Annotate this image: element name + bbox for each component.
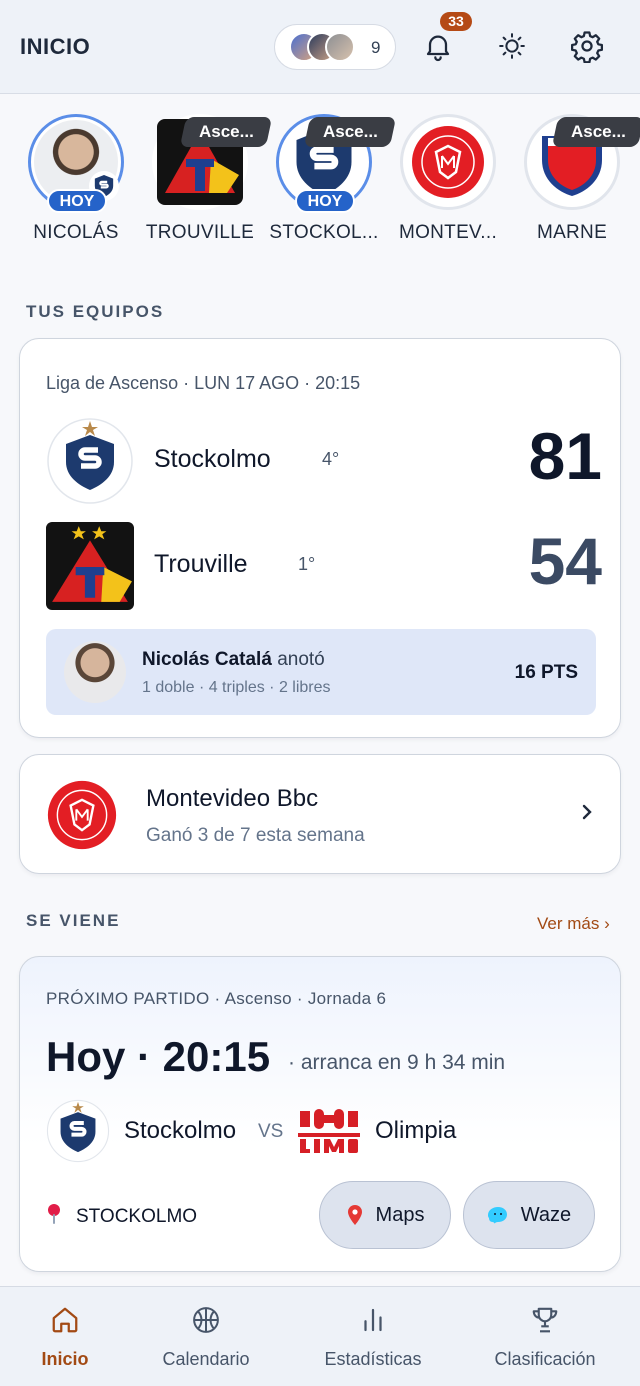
story-montevideo[interactable]: MONTEV... <box>386 114 510 244</box>
nav-tab-inicio[interactable]: Inicio <box>0 1303 145 1370</box>
today-badge: HOY <box>47 189 107 213</box>
maps-label: Maps <box>375 1203 425 1226</box>
away-team-row: Trouville 1° 54 <box>46 522 602 610</box>
bottom-navigation: Inicio Calendario Estadísticas Clasifica… <box>0 1286 640 1386</box>
story-ring <box>400 114 496 210</box>
league-badge: Asce... <box>551 117 640 147</box>
bell-icon <box>426 35 450 62</box>
open-maps-button[interactable]: Maps <box>319 1181 451 1249</box>
away-team-position: 1° <box>298 554 316 574</box>
gear-icon <box>570 31 604 63</box>
story-label: NICOLÁS <box>33 222 119 243</box>
top-scorer-banner[interactable]: Nicolás Catalá anotó 1 doble · 4 triples… <box>46 629 596 715</box>
away-team-score: 54 <box>528 524 602 598</box>
venue: STOCKOLMO <box>46 1203 197 1231</box>
nav-label: Calendario <box>162 1349 250 1369</box>
story-nicolas[interactable]: HOY NICOLÁS <box>14 114 138 244</box>
story-label: MARNE <box>536 222 608 243</box>
bar-chart-icon <box>293 1303 453 1337</box>
sun-icon <box>499 33 525 59</box>
waze-label: Waze <box>520 1203 572 1226</box>
story-label: STOCKOL... <box>269 222 379 243</box>
scorer-name: Nicolás Catalá <box>142 649 272 670</box>
story-label: MONTEV... <box>398 222 498 243</box>
basketball-icon <box>126 1303 286 1337</box>
notifications-button[interactable] <box>418 26 458 66</box>
story-label: TROUVILLE <box>145 222 255 243</box>
stockolmo-logo <box>46 1099 110 1163</box>
home-icon <box>0 1303 145 1337</box>
next-away-team: Olimpia <box>375 1117 457 1144</box>
top-app-bar: INICIO 9 33 <box>0 0 640 94</box>
map-marker-icon <box>346 1204 364 1226</box>
scorer-verb: anotó <box>277 649 325 670</box>
trophy-icon <box>465 1303 625 1337</box>
player-avatar <box>64 641 126 703</box>
nav-tab-clasificacion[interactable]: Clasificación <box>465 1303 625 1370</box>
next-match-meta: PRÓXIMO PARTIDO · Ascenso · Jornada 6 <box>46 989 387 1008</box>
club-summary-card[interactable]: Montevideo Bbc Ganó 3 de 7 esta semana <box>19 754 621 874</box>
home-team-score: 81 <box>528 419 602 493</box>
story-stockolmo[interactable]: Asce... HOY STOCKOL... <box>262 114 397 244</box>
nav-label: Estadísticas <box>324 1349 422 1369</box>
scorer-headline: Nicolás Catalá anotó <box>142 649 325 671</box>
trouville-logo <box>46 522 134 610</box>
next-home-team: Stockolmo <box>124 1117 237 1144</box>
story-ring: HOY <box>28 114 124 213</box>
story-ring: Asce... <box>152 114 273 210</box>
scorer-points: 16 PTS <box>514 662 578 683</box>
nav-tab-estadisticas[interactable]: Estadísticas <box>293 1303 453 1370</box>
followers-count: 9 <box>371 38 381 57</box>
montevideo-logo <box>406 120 490 204</box>
stories-row: HOY NICOLÁS Asce... TROUVILLE Asce... HO… <box>0 96 640 266</box>
olimpia-logo <box>296 1105 362 1157</box>
stockolmo-logo <box>46 417 134 505</box>
section-title-se-viene: SE VIENE <box>26 911 121 930</box>
montevideo-logo <box>46 779 118 851</box>
next-match-card[interactable]: PRÓXIMO PARTIDO · Ascenso · Jornada 6 Ho… <box>19 956 621 1272</box>
section-title-tus-equipos: TUS EQUIPOS <box>26 302 165 321</box>
club-name: Montevideo Bbc <box>146 785 319 812</box>
story-ring: Asce... HOY <box>276 114 397 213</box>
scorer-detail: 1 doble · 4 triples · 2 libres <box>142 679 331 696</box>
next-match-teams: Stockolmo VS Olimpia <box>46 1099 602 1163</box>
story-trouville[interactable]: Asce... TROUVILLE <box>138 114 273 244</box>
next-match-time: Hoy · 20:15 <box>46 1033 271 1080</box>
home-team-name: Stockolmo <box>154 445 271 473</box>
location-pin-icon <box>46 1203 62 1231</box>
nav-label: Clasificación <box>494 1349 596 1369</box>
open-waze-button[interactable]: Waze <box>463 1181 595 1249</box>
home-team-position: 4° <box>322 449 340 469</box>
home-team-row: Stockolmo 4° 81 <box>46 417 602 505</box>
see-more-link[interactable]: Ver más › <box>537 914 610 934</box>
chevron-right-icon <box>580 801 594 828</box>
settings-button[interactable] <box>567 26 607 66</box>
followers-button[interactable]: 9 <box>274 24 396 70</box>
versus-label: VS <box>258 1121 284 1142</box>
follower-avatar <box>325 32 355 62</box>
today-badge: HOY <box>295 189 355 213</box>
theme-toggle-button[interactable] <box>492 26 532 66</box>
last-match-card[interactable]: Liga de Ascenso · LUN 17 AGO · 20:15 Sto… <box>19 338 621 738</box>
page-title: INICIO <box>20 34 91 59</box>
club-subtitle: Ganó 3 de 7 esta semana <box>146 825 365 846</box>
away-team-name: Trouville <box>154 550 248 578</box>
match-meta: Liga de Ascenso · LUN 17 AGO · 20:15 <box>46 373 361 393</box>
nav-label: Inicio <box>41 1349 89 1369</box>
story-marne[interactable]: Asce... MARNE <box>510 114 640 244</box>
league-badge: Asce... <box>179 117 273 147</box>
league-badge: Asce... <box>303 117 397 147</box>
notifications-badge: 33 <box>440 12 472 31</box>
next-match-countdown: · arranca en 9 h 34 min <box>288 1051 506 1074</box>
nav-tab-calendario[interactable]: Calendario <box>126 1303 286 1370</box>
story-ring: Asce... <box>524 114 640 210</box>
venue-name: STOCKOLMO <box>76 1206 198 1228</box>
waze-icon <box>487 1205 509 1225</box>
